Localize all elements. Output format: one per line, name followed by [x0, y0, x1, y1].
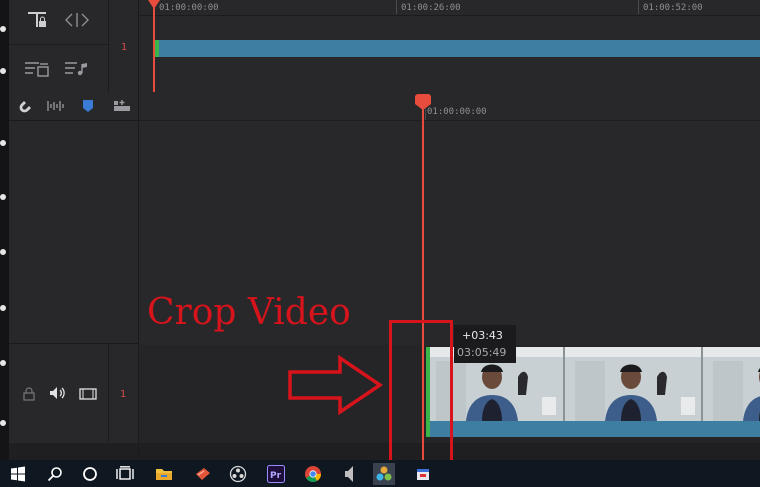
resize-dot	[0, 420, 6, 426]
top-timeline-header: 1	[9, 0, 138, 92]
davinci-resolve-icon[interactable]	[373, 463, 395, 485]
obs-icon[interactable]	[227, 463, 249, 485]
ruler-tick	[638, 0, 639, 14]
top-track-number: 1	[121, 42, 128, 53]
video-track-options-icon[interactable]	[24, 60, 50, 80]
premiere-pro-icon[interactable]: Pr	[265, 463, 287, 485]
audio-track-options-icon[interactable]	[64, 60, 90, 80]
detail-ruler[interactable]: 01:00:00:00	[139, 92, 760, 121]
lock-icon[interactable]	[23, 387, 35, 403]
film-icon[interactable]	[79, 388, 97, 402]
audio-app-icon[interactable]	[338, 463, 360, 485]
app-red-icon[interactable]	[192, 463, 214, 485]
search-icon[interactable]	[44, 463, 66, 485]
cortana-icon[interactable]	[79, 463, 101, 485]
top-timeline-area: 01:00:00:00 01:00:26:00 01:00:52:00	[139, 0, 760, 92]
resize-dot	[0, 194, 6, 200]
timecode-label: 01:00:00:00	[159, 3, 219, 13]
track-header-panel	[9, 121, 138, 343]
code-brackets-icon[interactable]	[65, 12, 89, 30]
annotation-arrow	[288, 354, 384, 419]
resize-dot	[0, 68, 6, 74]
snap-magnet-icon[interactable]	[18, 100, 32, 116]
tooltip-time: 03:05:49	[457, 346, 507, 359]
task-view-icon[interactable]	[114, 463, 136, 485]
playhead-handle[interactable]	[415, 94, 431, 104]
tooltip-offset: +03:43	[462, 329, 503, 342]
video-clip-audio-bar[interactable]	[426, 421, 760, 437]
video-track-header: 1	[9, 343, 138, 443]
windows-start-icon[interactable]	[7, 463, 29, 485]
timecode-label: 01:00:26:00	[401, 3, 461, 13]
trim-tooltip: +03:43 03:05:49	[454, 325, 516, 363]
speaker-icon[interactable]	[49, 386, 67, 402]
audio-waveform-icon[interactable]	[47, 100, 65, 114]
resize-dot	[0, 249, 6, 255]
lock-timeline-icon[interactable]	[26, 10, 48, 32]
chrome-icon[interactable]	[302, 463, 324, 485]
resize-dot	[0, 140, 6, 146]
marker-flag-icon[interactable]	[82, 99, 94, 115]
crop-video-annotation: Crop Video	[147, 292, 351, 333]
app-calendar-icon[interactable]	[412, 463, 434, 485]
svg-text:Pr: Pr	[270, 471, 282, 481]
timeline-toolbar	[9, 92, 138, 121]
top-playhead-line[interactable]	[153, 0, 155, 92]
top-playhead-handle[interactable]	[148, 0, 160, 9]
left-edge-strip	[0, 0, 9, 460]
resize-dot	[0, 360, 6, 366]
ruler-tick	[396, 0, 397, 14]
top-clip[interactable]	[155, 40, 760, 57]
timecode-label: 01:00:52:00	[643, 3, 703, 13]
file-explorer-icon[interactable]	[153, 463, 175, 485]
playhead-handle-point	[415, 104, 431, 110]
timecode-label: 01:00:00:00	[427, 107, 487, 117]
add-track-icon[interactable]	[113, 100, 131, 114]
resize-dot	[0, 305, 6, 311]
video-track-number: 1	[120, 389, 127, 400]
resize-dot	[0, 26, 6, 32]
annotation-highlight-box	[389, 320, 453, 470]
